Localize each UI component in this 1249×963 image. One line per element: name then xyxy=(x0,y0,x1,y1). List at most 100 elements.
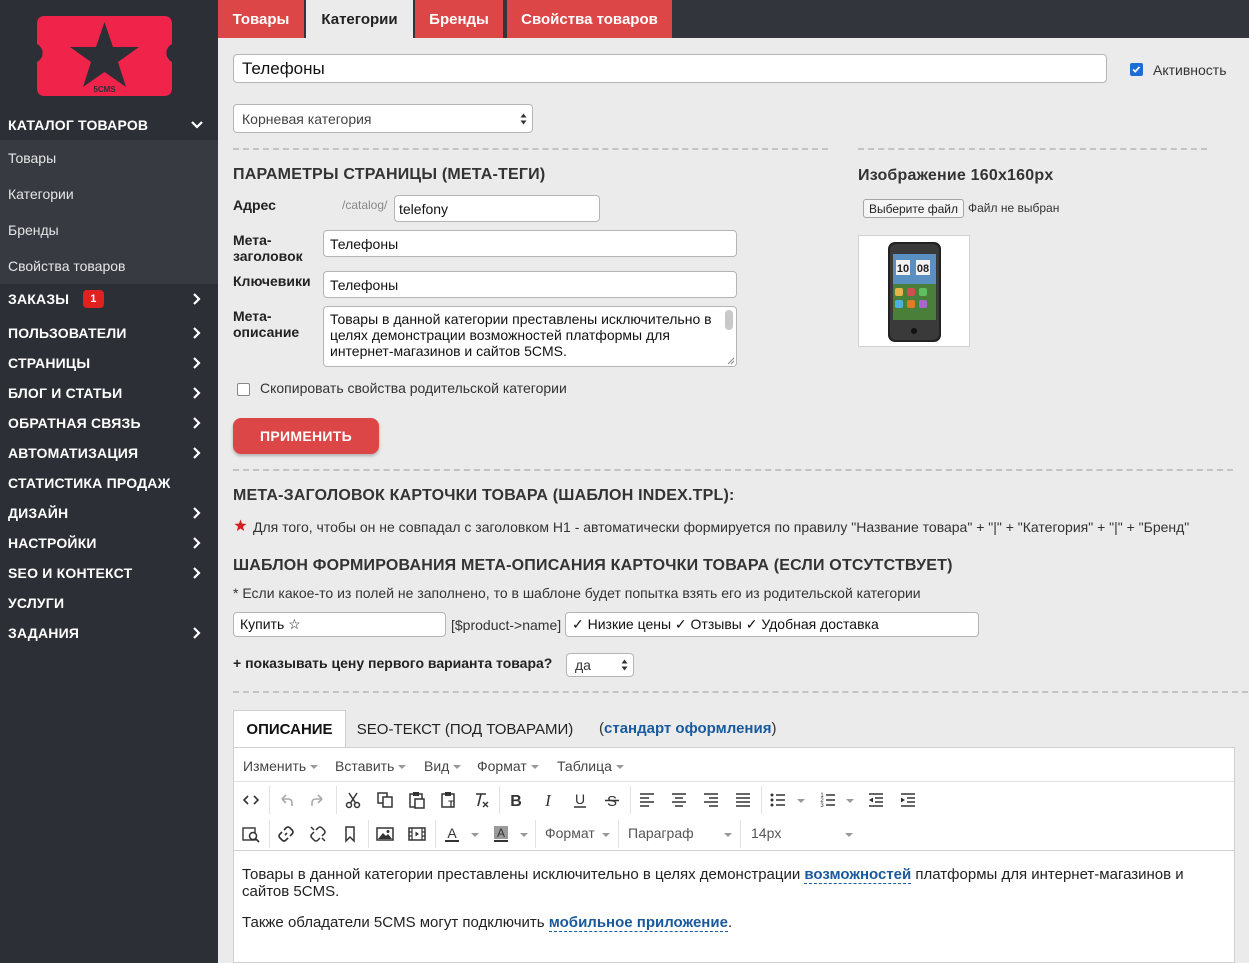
sidebar-section-blog[interactable]: БЛОГ И СТАТЬИ xyxy=(0,378,218,408)
meta-suffix-input[interactable]: ✓ Низкие цены ✓ Отзывы ✓ Удобная доставк… xyxy=(565,612,979,637)
background-color-dropdown-icon[interactable] xyxy=(520,833,528,837)
bullet-list-dropdown-icon[interactable] xyxy=(797,799,805,803)
editor-link-mobile-app[interactable]: мобильное приложение xyxy=(548,914,728,932)
rich-text-editor: Изменить Вставить Вид Формат Таблица T B… xyxy=(233,747,1235,963)
bullet-list-button[interactable] xyxy=(766,788,790,812)
insert-media-button[interactable] xyxy=(405,822,429,846)
redo-icon xyxy=(311,794,323,806)
numbered-list-dropdown-icon[interactable] xyxy=(846,799,854,803)
sidebar-section-services[interactable]: УСЛУГИ xyxy=(0,588,218,618)
bold-button[interactable]: B xyxy=(504,788,528,812)
meta-prefix-input[interactable]: Купить ☆ xyxy=(233,612,446,637)
numbered-list-button[interactable]: 123 xyxy=(816,788,840,812)
active-checkbox[interactable] xyxy=(1130,63,1143,76)
sidebar-section-tasks[interactable]: ЗАДАНИЯ xyxy=(0,618,218,648)
underline-button[interactable]: U xyxy=(568,788,592,812)
sidebar-section-design[interactable]: ДИЗАЙН xyxy=(0,498,218,528)
tab-product-properties[interactable]: Свойства товаров xyxy=(507,0,672,38)
textarea-scrollbar[interactable] xyxy=(725,310,733,330)
category-name-input[interactable]: Телефоны xyxy=(233,54,1107,83)
bookmark-icon xyxy=(345,826,355,843)
italic-button[interactable]: I xyxy=(536,788,560,812)
parent-category-select[interactable]: Корневая категория xyxy=(233,104,533,133)
link-icon xyxy=(278,826,294,842)
source-code-button[interactable] xyxy=(239,788,263,812)
address-input[interactable]: telefony xyxy=(394,195,600,222)
product-meta-note: Для того, чтобы он не совпадал с заголов… xyxy=(253,519,1190,535)
find-replace-button[interactable] xyxy=(239,822,263,846)
format-dropdown[interactable]: Формат xyxy=(545,825,595,841)
clear-format-button[interactable] xyxy=(469,788,493,812)
meta-description-textarea[interactable]: Товары в данной категории преставлены ис… xyxy=(323,306,737,367)
meta-title-input[interactable]: Телефоны xyxy=(323,230,737,257)
chevron-right-icon xyxy=(193,293,201,305)
tab-seo-text[interactable]: SEO-ТЕКСТ (ПОД ТОВАРАМИ) xyxy=(350,710,580,748)
sidebar-section-catalog[interactable]: КАТАЛОГ ТОВАРОВ xyxy=(0,110,218,140)
sidebar-item-brands[interactable]: Бренды xyxy=(0,212,218,248)
text-color-button[interactable]: A xyxy=(440,822,464,846)
redo-button[interactable] xyxy=(306,788,330,812)
block-format-dropdown[interactable]: Параграф xyxy=(628,825,694,841)
tab-products[interactable]: Товары xyxy=(218,0,304,38)
divider xyxy=(233,691,1248,693)
sidebar-item-product-properties[interactable]: Свойства товаров xyxy=(0,248,218,284)
chevron-right-icon xyxy=(193,567,201,579)
menu-insert[interactable]: Вставить xyxy=(335,758,406,774)
cut-button[interactable] xyxy=(341,788,365,812)
sidebar-section-automation[interactable]: АВТОМАТИЗАЦИЯ xyxy=(0,438,218,468)
copy-parent-props-checkbox[interactable] xyxy=(237,383,250,396)
tab-brands[interactable]: Бренды xyxy=(415,0,503,38)
category-image: 10 08 xyxy=(858,235,970,347)
choose-file-button[interactable]: Выберите файл xyxy=(863,199,964,218)
menu-edit[interactable]: Изменить xyxy=(243,758,318,774)
insert-image-button[interactable] xyxy=(373,822,397,846)
logo[interactable]: 5CMS xyxy=(37,16,172,96)
tab-categories[interactable]: Категории xyxy=(306,0,413,38)
editor-link-features[interactable]: возможностей xyxy=(804,866,912,884)
sidebar-section-pages[interactable]: СТРАНИЦЫ xyxy=(0,348,218,378)
font-size-dropdown[interactable]: 14px xyxy=(751,825,781,841)
editor-content[interactable]: Товары в данной категории преставлены ис… xyxy=(242,866,1228,932)
tab-description[interactable]: ОПИСАНИЕ xyxy=(233,710,346,748)
sidebar-section-label: ЗАДАНИЯ xyxy=(8,625,80,641)
editor-toolbar-row-1: T B I U S 123 xyxy=(234,783,1234,817)
align-left-button[interactable] xyxy=(635,788,659,812)
apply-button[interactable]: ПРИМЕНИТЬ xyxy=(233,418,379,454)
background-color-button[interactable]: A xyxy=(489,822,513,846)
standard-link[interactable]: стандарт оформления xyxy=(604,720,771,737)
strikethrough-button[interactable]: S xyxy=(600,788,624,812)
sidebar-item-products[interactable]: Товары xyxy=(0,140,218,176)
anchor-button[interactable] xyxy=(338,822,362,846)
indent-button[interactable] xyxy=(896,788,920,812)
align-center-button[interactable] xyxy=(667,788,691,812)
keywords-input[interactable]: Телефоны xyxy=(323,271,737,298)
remove-link-button[interactable] xyxy=(306,822,330,846)
paste-text-button[interactable]: T xyxy=(437,788,461,812)
insert-link-button[interactable] xyxy=(274,822,298,846)
chevron-right-icon xyxy=(193,417,201,429)
menu-table[interactable]: Таблица xyxy=(557,758,624,774)
show-price-select[interactable]: да xyxy=(566,653,634,677)
sidebar-section-sales-stats[interactable]: СТАТИСТИКА ПРОДАЖ xyxy=(0,468,218,498)
sidebar-section-orders[interactable]: ЗАКАЗЫ 1 xyxy=(0,284,218,314)
text-color-dropdown-icon[interactable] xyxy=(471,833,479,837)
sidebar-section-label: SEO И КОНТЕКСТ xyxy=(8,565,133,581)
clear-format-icon xyxy=(476,793,489,808)
menu-view[interactable]: Вид xyxy=(424,758,461,774)
undo-button[interactable] xyxy=(274,788,298,812)
paste-button[interactable] xyxy=(405,788,429,812)
menu-format[interactable]: Формат xyxy=(477,758,539,774)
resize-handle-icon[interactable] xyxy=(726,356,735,365)
align-justify-button[interactable] xyxy=(731,788,755,812)
sidebar-item-categories[interactable]: Категории xyxy=(0,176,218,212)
toolbar-separator xyxy=(336,786,337,814)
sidebar-section-users[interactable]: ПОЛЬЗОВАТЕЛИ xyxy=(0,318,218,348)
align-right-button[interactable] xyxy=(699,788,723,812)
numbered-list-icon: 123 xyxy=(820,793,835,809)
toolbar-separator xyxy=(269,820,270,848)
outdent-button[interactable] xyxy=(864,788,888,812)
sidebar-section-settings[interactable]: НАСТРОЙКИ xyxy=(0,528,218,558)
sidebar-section-seo[interactable]: SEO И КОНТЕКСТ xyxy=(0,558,218,588)
sidebar-section-feedback[interactable]: ОБРАТНАЯ СВЯЗЬ xyxy=(0,408,218,438)
copy-button[interactable] xyxy=(373,788,397,812)
